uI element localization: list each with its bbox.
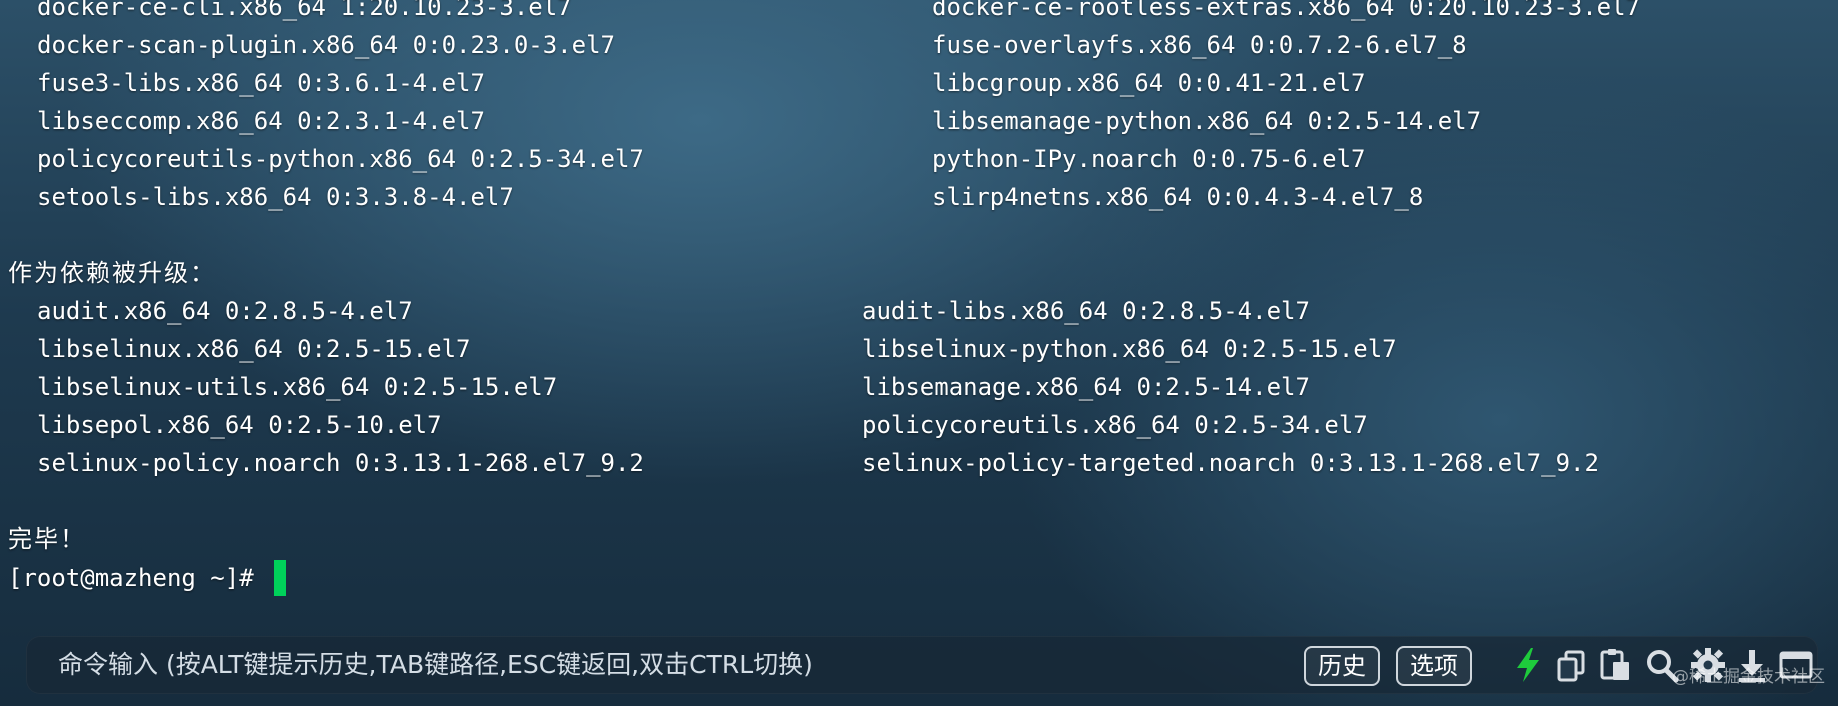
paste-icon[interactable]: [1598, 646, 1634, 684]
upgraded-dep: libselinux-utils.x86_64 0:2.5-15.el7: [37, 373, 558, 401]
installed-dep: docker-ce-cli.x86_64 1:20.10.23-3.el7: [37, 0, 572, 21]
history-button[interactable]: 历史: [1304, 646, 1380, 686]
upgraded-dep: libselinux.x86_64 0:2.5-15.el7: [37, 335, 471, 363]
installed-dep: slirp4netns.x86_64 0:0.4.3-4.el7_8: [932, 183, 1424, 211]
installed-dep: policycoreutils-python.x86_64 0:2.5-34.e…: [37, 145, 644, 173]
bolt-icon[interactable]: [1510, 646, 1546, 684]
upgraded-dep: audit.x86_64 0:2.8.5-4.el7: [37, 297, 413, 325]
installed-dep: libcgroup.x86_64 0:0.41-21.el7: [932, 69, 1366, 97]
installed-dep: fuse3-libs.x86_64 0:3.6.1-4.el7: [37, 69, 485, 97]
installed-dep: python-IPy.noarch 0:0.75-6.el7: [932, 145, 1366, 173]
installed-dep: setools-libs.x86_64 0:3.3.8-4.el7: [37, 183, 514, 211]
terminal-output[interactable]: docker-ce-cli.x86_64 1:20.10.23-3.el7 do…: [0, 0, 1838, 620]
installed-dep: docker-ce-rootless-extras.x86_64 0:20.10…: [932, 0, 1641, 21]
upgraded-dep: policycoreutils.x86_64 0:2.5-34.el7: [862, 411, 1368, 439]
command-input[interactable]: 命令输入 (按ALT键提示历史,TAB键路径,ESC键返回,双击CTRL切换): [58, 636, 813, 694]
upgraded-dep: libselinux-python.x86_64 0:2.5-15.el7: [862, 335, 1397, 363]
upgraded-section-header: 作为依赖被升级：: [8, 259, 216, 287]
upgraded-dep: libsepol.x86_64 0:2.5-10.el7: [37, 411, 442, 439]
watermark: @稀土掘金技术社区: [1672, 667, 1825, 687]
upgraded-dep: selinux-policy-targeted.noarch 0:3.13.1-…: [862, 449, 1599, 477]
options-button[interactable]: 选项: [1396, 646, 1472, 686]
command-input-bar[interactable]: 命令输入 (按ALT键提示历史,TAB键路径,ESC键返回,双击CTRL切换) …: [26, 636, 1818, 694]
installed-dep: fuse-overlayfs.x86_64 0:0.7.2-6.el7_8: [932, 31, 1467, 59]
installed-dep: libsemanage-python.x86_64 0:2.5-14.el7: [932, 107, 1482, 135]
installed-dep: libseccomp.x86_64 0:2.3.1-4.el7: [37, 107, 485, 135]
shell-prompt-line[interactable]: [root@mazheng ~]#: [8, 559, 287, 597]
upgraded-dep: audit-libs.x86_64 0:2.8.5-4.el7: [862, 297, 1310, 325]
upgraded-dep: selinux-policy.noarch 0:3.13.1-268.el7_9…: [37, 449, 644, 477]
copy-icon[interactable]: [1554, 646, 1590, 684]
complete-message: 完毕！: [8, 525, 86, 553]
upgraded-dep: libsemanage.x86_64 0:2.5-14.el7: [862, 373, 1310, 401]
installed-dep: docker-scan-plugin.x86_64 0:0.23.0-3.el7: [37, 31, 615, 59]
shell-prompt: [root@mazheng ~]#: [8, 564, 269, 592]
text-cursor: [274, 560, 287, 596]
